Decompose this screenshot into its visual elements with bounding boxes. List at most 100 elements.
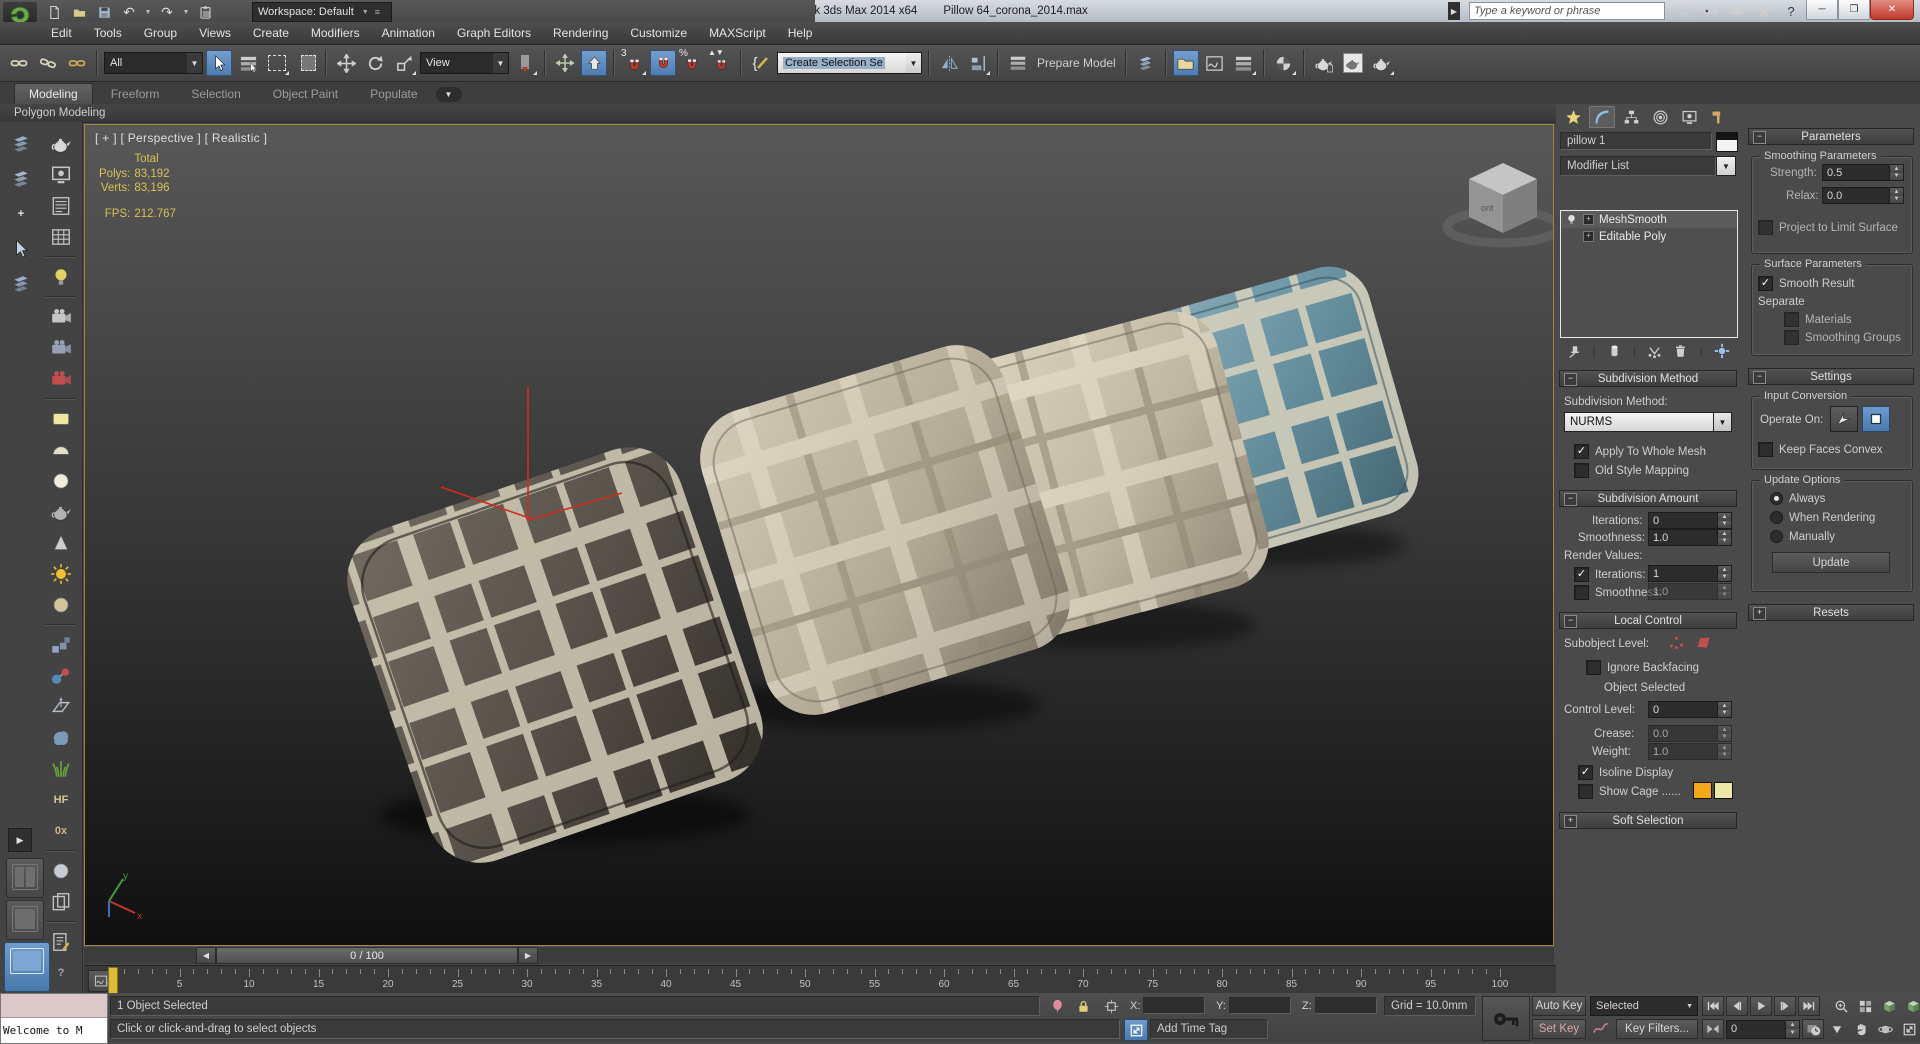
select-by-name-icon[interactable] bbox=[235, 50, 261, 76]
select-and-rotate-icon[interactable] bbox=[362, 50, 388, 76]
sun-light-icon[interactable] bbox=[46, 560, 76, 588]
spinner-snap-toggle-icon[interactable]: ▲▼ bbox=[708, 48, 734, 76]
ribbon-tab-selection[interactable]: Selection bbox=[177, 84, 254, 104]
help-icon[interactable]: ? bbox=[1782, 2, 1800, 20]
percent-snap-toggle-icon[interactable]: % bbox=[679, 48, 705, 76]
current-frame-field[interactable]: 0 ▲ ▼ bbox=[1726, 1019, 1800, 1039]
redo-icon[interactable]: ↷ bbox=[157, 3, 177, 21]
key-filter-curve-icon[interactable] bbox=[1590, 1019, 1612, 1039]
rock-icon[interactable] bbox=[46, 724, 76, 752]
menu-maxscript[interactable]: MAXScript bbox=[698, 22, 777, 45]
remove-modifier-icon[interactable] bbox=[1673, 344, 1688, 359]
toggle-scene-explorer-icon[interactable] bbox=[1172, 50, 1199, 76]
adaptive-degradation-icon[interactable] bbox=[1124, 1019, 1148, 1041]
time-configuration-icon[interactable] bbox=[1802, 1019, 1824, 1039]
window-crossing-toggle-icon[interactable] bbox=[293, 50, 319, 76]
search-binoculars-icon[interactable] bbox=[1674, 2, 1692, 20]
curve-editor-icon[interactable] bbox=[1202, 50, 1228, 76]
key-filters-button[interactable]: Key Filters... bbox=[1616, 1019, 1698, 1039]
maxscript-mini-listener[interactable]: Welcome to M bbox=[0, 993, 108, 1044]
sky-icon[interactable] bbox=[46, 591, 76, 619]
time-slider-handle[interactable]: 0 / 100 bbox=[216, 947, 518, 964]
auto-key-button[interactable]: Auto Key bbox=[1532, 996, 1586, 1016]
menu-help[interactable]: Help bbox=[777, 22, 824, 45]
bitmap-pages-icon[interactable] bbox=[46, 888, 76, 916]
render-iterations-spinner[interactable]: 1 ▲ ▼ bbox=[1648, 565, 1732, 582]
mirror-icon[interactable] bbox=[936, 50, 962, 76]
selection-filter-dropdown[interactable]: All ▼ bbox=[104, 52, 203, 74]
menu-animation[interactable]: Animation bbox=[371, 22, 446, 45]
modifier-stack-icon[interactable] bbox=[6, 130, 36, 158]
add-time-tag-field[interactable]: Add Time Tag bbox=[1150, 1019, 1268, 1039]
maximize-viewport-toggle-icon[interactable] bbox=[1898, 1019, 1920, 1039]
manage-layers-icon[interactable] bbox=[1133, 50, 1159, 76]
smooth-result-checkbox[interactable]: ✓ Smooth Result bbox=[1758, 276, 1854, 291]
update-button[interactable]: Update bbox=[1772, 552, 1890, 573]
tab-utilities[interactable] bbox=[1705, 106, 1731, 128]
save-file-icon[interactable] bbox=[94, 3, 114, 21]
undo-icon[interactable]: ↶ bbox=[119, 3, 139, 21]
current-frame-marker[interactable] bbox=[108, 967, 118, 995]
subscription-key-icon[interactable] bbox=[1701, 2, 1719, 20]
dome-light-icon[interactable] bbox=[46, 436, 76, 464]
modifier-list-dropdown[interactable]: Modifier List ▼ bbox=[1560, 156, 1736, 176]
rollout-soft-selection[interactable]: + Soft Selection bbox=[1559, 812, 1737, 829]
orbit-icon[interactable] bbox=[1874, 1019, 1896, 1039]
strength-spinner[interactable]: 0.5 ▲ ▼ bbox=[1822, 164, 1904, 181]
modifier-list-arrow-icon[interactable]: ▼ bbox=[1716, 156, 1736, 176]
rollout-parameters[interactable]: − Parameters bbox=[1748, 128, 1914, 145]
polygon-modeling-panel-label[interactable]: Polygon Modeling bbox=[0, 107, 105, 119]
ribbon-tab-populate[interactable]: Populate bbox=[356, 84, 431, 104]
render-iterations-checkbox[interactable]: ✓ Iterations: bbox=[1574, 567, 1646, 582]
z-coordinate-field[interactable] bbox=[1315, 997, 1377, 1014]
menu-modifiers[interactable]: Modifiers bbox=[300, 22, 371, 45]
select-and-move-icon[interactable] bbox=[333, 50, 359, 76]
select-object-button[interactable] bbox=[206, 50, 232, 76]
angle-snap-toggle-icon[interactable] bbox=[650, 50, 676, 76]
viewport-layout-tab-1[interactable] bbox=[6, 858, 44, 898]
menu-customize[interactable]: Customize bbox=[619, 22, 698, 45]
smoothness-spinner[interactable]: 1.0 ▲ ▼ bbox=[1648, 529, 1732, 546]
fetch-icon[interactable] bbox=[195, 3, 215, 21]
update-always-radio[interactable]: Always bbox=[1770, 492, 1825, 505]
named-selection-sets-dropdown[interactable]: Create Selection Se ▼ bbox=[777, 52, 922, 74]
tab-hierarchy[interactable] bbox=[1618, 106, 1644, 128]
cage-color-swatch-2[interactable] bbox=[1714, 782, 1733, 799]
keyboard-shortcut-override-icon[interactable] bbox=[581, 50, 607, 76]
cone-icon[interactable] bbox=[46, 529, 76, 557]
set-key-button[interactable]: Set Key bbox=[1532, 1019, 1586, 1039]
infocenter-arrow-icon[interactable]: ▶ bbox=[1448, 2, 1460, 20]
camera-night-icon[interactable] bbox=[46, 334, 76, 362]
reference-coordinate-dropdown[interactable]: View ▼ bbox=[420, 52, 509, 74]
close-button[interactable]: ✕ bbox=[1870, 0, 1914, 20]
nurms-dropdown[interactable]: NURMS ▼ bbox=[1564, 412, 1732, 432]
unlink-selection-icon[interactable] bbox=[35, 50, 61, 76]
render-setup-list-icon[interactable] bbox=[46, 192, 76, 220]
show-end-result-icon[interactable] bbox=[1607, 344, 1622, 359]
menu-rendering[interactable]: Rendering bbox=[542, 22, 619, 45]
selection-lock-icon[interactable] bbox=[1072, 996, 1094, 1016]
render-smoothness-spinner[interactable]: 1.0 ▲ ▼ bbox=[1648, 583, 1732, 600]
favorites-star-icon[interactable] bbox=[1755, 2, 1773, 20]
listener-macro-pane[interactable] bbox=[1, 994, 107, 1018]
rendered-frame-window-icon[interactable] bbox=[1340, 50, 1366, 76]
pin-stack-icon[interactable] bbox=[1566, 344, 1581, 359]
select-and-link-icon[interactable] bbox=[6, 50, 32, 76]
edit-poly-select-icon[interactable] bbox=[6, 235, 36, 263]
plane-map-icon[interactable] bbox=[46, 693, 76, 721]
restore-button[interactable]: ❐ bbox=[1838, 0, 1870, 20]
ox-shell-icon[interactable]: 0x bbox=[46, 817, 76, 845]
play-button[interactable] bbox=[1750, 996, 1772, 1016]
weight-spinner[interactable]: 1.0 ▲ ▼ bbox=[1648, 743, 1732, 760]
render-production-icon[interactable] bbox=[1369, 50, 1395, 76]
render-frame-icon[interactable] bbox=[46, 161, 76, 189]
dock-help-icon[interactable]: ? bbox=[46, 959, 76, 987]
y-coordinate-field[interactable] bbox=[1229, 997, 1291, 1014]
project-limit-surface-checkbox[interactable]: Project to Limit Surface bbox=[1758, 220, 1898, 235]
stack-select-icon[interactable] bbox=[6, 270, 36, 298]
go-to-start-button[interactable] bbox=[1702, 996, 1724, 1016]
time-slider-next-button[interactable]: ▶ bbox=[518, 947, 538, 964]
absolute-offset-icon[interactable] bbox=[1100, 996, 1122, 1016]
menu-group[interactable]: Group bbox=[133, 22, 188, 45]
stack-row-meshsmooth[interactable]: + MeshSmooth bbox=[1561, 211, 1737, 228]
